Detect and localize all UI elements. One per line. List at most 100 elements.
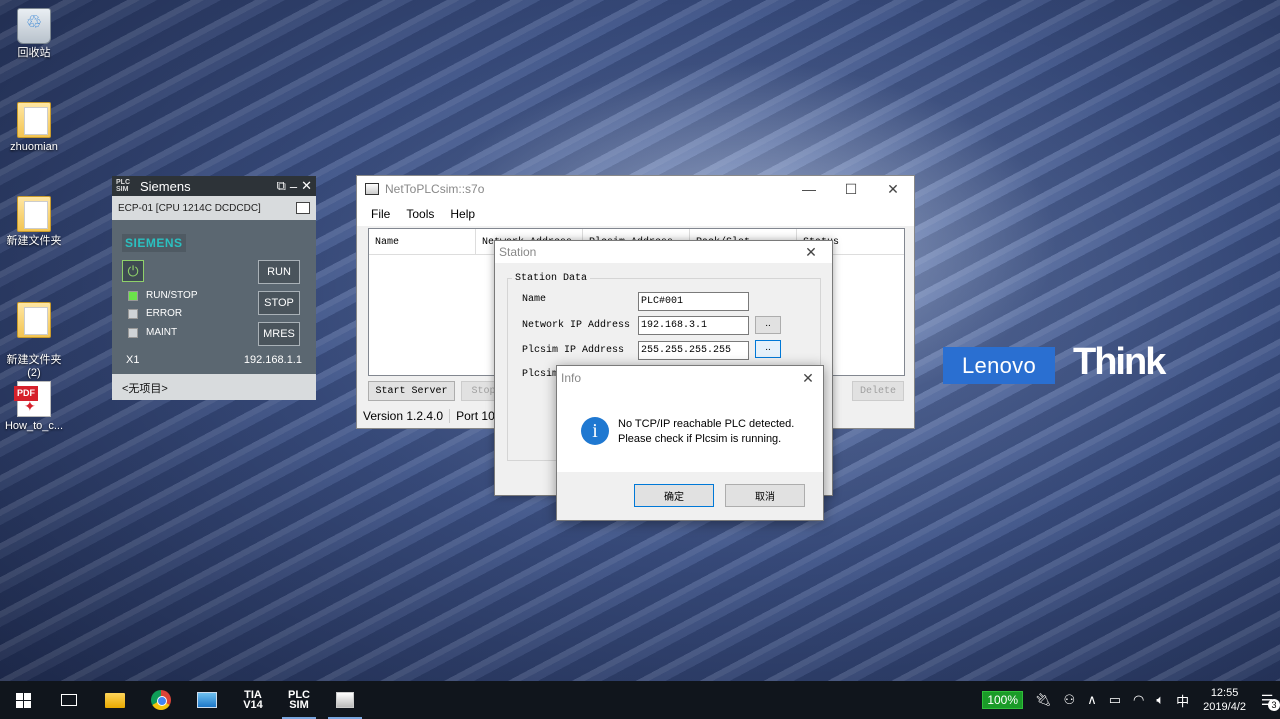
- name-label: Name: [522, 294, 547, 305]
- recycle-bin-icon: [17, 8, 51, 44]
- desktop-icon-new-folder[interactable]: 新建文件夹: [2, 196, 66, 248]
- app-icon: [365, 183, 379, 195]
- led-indicator: [128, 327, 138, 338]
- run-button[interactable]: RUN: [258, 260, 300, 284]
- close-icon[interactable]: ✕: [872, 181, 914, 198]
- menu-help[interactable]: Help: [450, 207, 475, 221]
- close-icon[interactable]: ✕: [793, 370, 823, 387]
- siemens-logo: SIEMENS: [122, 234, 186, 252]
- close-icon[interactable]: ✕: [790, 244, 832, 261]
- maximize-icon[interactable]: ☐: [830, 181, 872, 198]
- column-name[interactable]: Name: [369, 229, 476, 254]
- lenovo-logo: Lenovo: [943, 347, 1055, 384]
- mres-button[interactable]: MRES: [258, 322, 300, 346]
- led-label: ERROR: [146, 308, 183, 319]
- info-message-line2: Please check if Plcsim is running.: [618, 433, 782, 445]
- desktop-icon-label: zhuomian: [10, 141, 58, 153]
- clock[interactable]: 12:55 2019/4/2: [1203, 686, 1246, 714]
- tia-portal-icon: TIA V14: [243, 689, 263, 711]
- led-indicator: [128, 308, 138, 319]
- info-dialog: Info ✕ i No TCP/IP reachable PLC detecte…: [556, 365, 824, 521]
- taskbar-explorer[interactable]: [92, 681, 138, 719]
- battery-icon[interactable]: ▭: [1109, 692, 1121, 708]
- file-explorer-icon: [105, 692, 125, 708]
- restore-icon[interactable]: ⧉: [277, 178, 286, 194]
- nettoplcsim-icon: [336, 692, 354, 708]
- clock-time: 12:55: [1210, 687, 1239, 699]
- pdf-icon: PDF ✦: [14, 381, 51, 417]
- desktop-icon-label: 新建文件夹: [6, 235, 62, 247]
- think-logo: Think: [1073, 341, 1166, 383]
- interface-label: X1: [126, 354, 140, 366]
- network-ip-browse-button[interactable]: ..: [755, 316, 781, 334]
- notification-center-icon[interactable]: ☰ 3: [1254, 687, 1280, 713]
- station-title: Station: [499, 245, 537, 259]
- taskbar-network-app[interactable]: [184, 681, 230, 719]
- task-view-icon: [61, 694, 77, 706]
- station-titlebar[interactable]: Station ✕: [495, 241, 832, 263]
- information-icon: i: [581, 417, 609, 445]
- plcsim-ip-browse-button[interactable]: ..: [755, 340, 781, 358]
- ime-indicator[interactable]: 中: [1176, 691, 1189, 710]
- close-icon[interactable]: ✕: [301, 178, 312, 194]
- plcsim-ip-label: Plcsim IP Address: [522, 345, 625, 356]
- nettoplcsim-titlebar[interactable]: NetToPLCsim::s7o — ☐ ✕: [357, 176, 914, 202]
- menubar: File Tools Help: [357, 202, 914, 226]
- task-view-button[interactable]: [46, 681, 92, 719]
- name-field[interactable]: PLC#001: [638, 292, 749, 311]
- stop-button[interactable]: STOP: [258, 291, 300, 315]
- led-error: ERROR: [128, 308, 182, 319]
- taskbar-plcsim[interactable]: PLC SIM: [276, 681, 322, 719]
- plcsim-cpu-row: ECP-01 [CPU 1214C DCDCDC]: [112, 196, 316, 220]
- desktop-icon-label: 回收站: [17, 47, 51, 59]
- wifi-icon[interactable]: ◠: [1133, 692, 1144, 708]
- minimize-icon[interactable]: –: [290, 179, 297, 194]
- cpu-name: ECP-01 [CPU 1214C DCDCDC]: [118, 202, 261, 214]
- info-message-line1: No TCP/IP reachable PLC detected.: [618, 418, 795, 430]
- power-icon[interactable]: ⏻: [122, 260, 144, 282]
- taskbar-chrome[interactable]: [138, 681, 184, 719]
- minimize-icon[interactable]: —: [788, 181, 830, 197]
- cpu-view-icon[interactable]: [296, 202, 310, 214]
- station-data-legend: Station Data: [515, 273, 588, 284]
- plcsim-ip-field[interactable]: 255.255.255.255: [638, 341, 749, 360]
- battery-percentage[interactable]: 100%: [982, 691, 1024, 709]
- desktop-icon-pdf[interactable]: PDF ✦ How_to_c...: [2, 381, 66, 433]
- taskbar-tia-portal[interactable]: TIA V14: [230, 681, 276, 719]
- ok-button[interactable]: 确定: [634, 484, 714, 507]
- taskbar: TIA V14 PLC SIM 100% 🔌︎ ⚇ ∧ ▭ ◠ 🔈︎ 中 12:…: [0, 681, 1280, 719]
- led-label: MAINT: [146, 327, 178, 338]
- info-titlebar[interactable]: Info ✕: [557, 366, 823, 390]
- desktop-icon-label: 新建文件夹 (2): [6, 354, 62, 379]
- plcsim-titlebar[interactable]: PLC SIM Siemens ⧉ – ✕: [112, 176, 316, 196]
- network-ip-field[interactable]: 192.168.3.1: [638, 316, 749, 335]
- taskbar-nettoplcsim[interactable]: [322, 681, 368, 719]
- desktop-icon-zhuomian[interactable]: zhuomian: [2, 102, 66, 154]
- led-label: RUN/STOP: [146, 290, 198, 301]
- desktop-icon-label: How_to_c...: [4, 420, 64, 432]
- led-maint: MAINT: [128, 327, 177, 338]
- desktop-icon-new-folder-2[interactable]: 新建文件夹 (2): [2, 289, 66, 393]
- start-server-button[interactable]: Start Server: [368, 381, 455, 401]
- clock-date: 2019/4/2: [1203, 701, 1246, 713]
- menu-tools[interactable]: Tools: [406, 207, 434, 221]
- folder-icon: [17, 102, 51, 138]
- chevron-up-icon[interactable]: ∧: [1087, 692, 1097, 708]
- info-title: Info: [561, 371, 582, 385]
- desktop-icon-recycle-bin[interactable]: 回收站: [2, 8, 66, 60]
- folder-icon: [17, 196, 51, 232]
- windows-icon: [15, 692, 31, 708]
- people-icon[interactable]: ⚇: [1064, 692, 1076, 708]
- plcsim-panel: PLC SIM Siemens ⧉ – ✕ ECP-01 [CPU 1214C …: [112, 176, 316, 400]
- cancel-button[interactable]: 取消: [725, 484, 805, 507]
- start-button[interactable]: [0, 681, 46, 719]
- delete-button[interactable]: Delete: [852, 381, 904, 401]
- chrome-icon: [151, 690, 171, 710]
- info-footer: 确定 取消: [557, 472, 823, 520]
- volume-icon[interactable]: 🔈︎: [1156, 692, 1164, 708]
- plcsim-rack-label: Plcsim: [522, 369, 559, 380]
- menu-file[interactable]: File: [371, 207, 390, 221]
- power-plug-icon[interactable]: 🔌︎: [1035, 692, 1052, 708]
- network-app-icon: [197, 692, 217, 708]
- plcsim-icon: PLC SIM: [288, 689, 310, 711]
